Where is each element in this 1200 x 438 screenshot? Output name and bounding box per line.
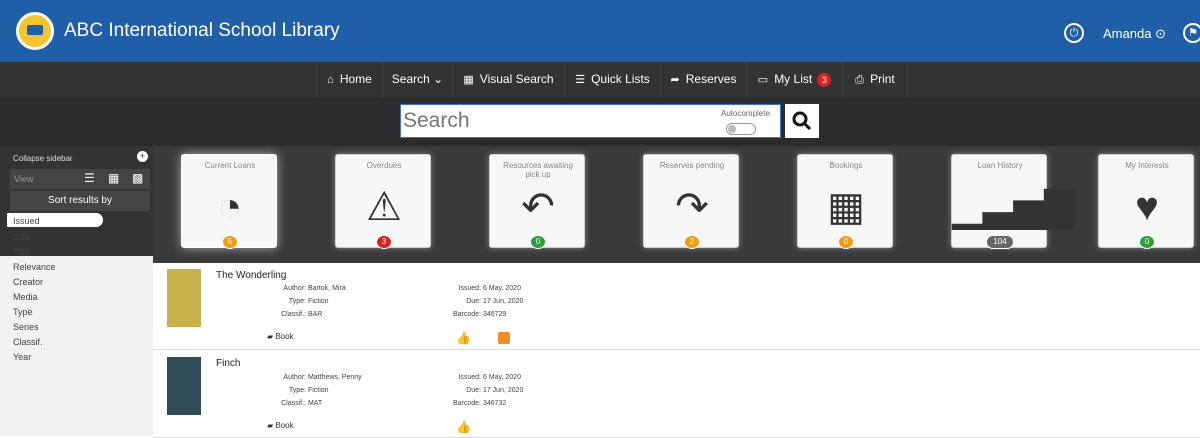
autocomplete-label: Autocomplete [721, 109, 770, 118]
meta-due: Due: 17 Jun, 2020 [466, 298, 524, 305]
meta-barcode: Barcode: 346732 [452, 400, 507, 407]
sidebar: Collapse sidebar + View ☰ ▦ ▩ Sort resul… [0, 146, 153, 436]
view-row: View ☰ ▦ ▩ [10, 169, 150, 189]
review-icon[interactable] [498, 332, 510, 344]
grid-icon: ▦ [463, 74, 474, 86]
sort-item-series[interactable]: Series [13, 322, 39, 332]
table-row[interactable]: The Wonderling Author: Bartok, Mira Type… [153, 263, 1200, 350]
sort-item-classif[interactable]: Classif. [13, 337, 43, 347]
tile-badge: 0 [1139, 235, 1155, 249]
chevron-down-icon: ⌄ [433, 72, 444, 86]
tile-badge: 3 [376, 235, 392, 249]
media-type: ▰ Book [267, 421, 294, 430]
dashboard: Current Loans ◔ 5 Overdues ⚠ 3 Resources… [153, 146, 1200, 263]
app-title[interactable]: ABC International School Library [64, 20, 340, 42]
meta-barcode: Barcode: 346729 [452, 311, 507, 318]
tile-badge: 5 [222, 235, 238, 249]
tile-bookings[interactable]: Bookings ▦ 0 [797, 154, 893, 249]
list-icon: ☰ [575, 74, 586, 86]
book-title[interactable]: Finch [216, 358, 240, 369]
forward-icon: ↷ [675, 185, 709, 229]
warning-icon: ⚠ [366, 185, 402, 229]
table-row[interactable]: Finch Author: Matthews, Penny Type: Fict… [153, 351, 1200, 438]
tile-my-interests[interactable]: My Interests ♥ 0 [1098, 154, 1194, 249]
meta-type: Type: Fiction [288, 387, 329, 394]
nav-home[interactable]: ⌂ Home [316, 62, 382, 97]
sort-item-due[interactable]: Due [13, 232, 30, 242]
tile-overdues[interactable]: Overdues ⚠ 3 [335, 154, 431, 249]
sort-title: Sort results by [10, 191, 150, 211]
home-icon: ⌂ [327, 74, 334, 86]
sort-item-type[interactable]: Type [13, 307, 33, 317]
search-bar: Autocomplete [0, 97, 1200, 146]
nav-search[interactable]: Search ⌄ [382, 62, 452, 97]
sort-item-issued[interactable]: Issued [13, 216, 40, 226]
search-button[interactable] [785, 104, 819, 138]
meta-issued: Issued: 6 May, 2020 [458, 285, 521, 292]
sort-item-relevance[interactable]: Relevance [13, 262, 56, 272]
meta-due: Due: 17 Jun, 2020 [466, 387, 524, 394]
user-menu[interactable]: Amanda ⊙ [1103, 26, 1166, 42]
calendar-icon: ▦ [827, 185, 865, 229]
heart-icon: ♥ [1135, 185, 1159, 229]
nav-my-list[interactable]: ▭ My List 3 [746, 62, 842, 97]
book-cover[interactable] [167, 269, 201, 327]
book-title[interactable]: The Wonderling [216, 270, 286, 281]
thumbs-up-icon[interactable]: 👍 [456, 331, 471, 345]
language-icon[interactable]: ⚑ [1183, 23, 1200, 43]
reply-icon: ↶ [521, 185, 555, 229]
list-view-icon[interactable]: ☰ [84, 172, 97, 184]
nav-reserves[interactable]: ➦ Reserves [660, 62, 746, 97]
plus-icon[interactable]: + [137, 151, 148, 162]
sort-item-year[interactable]: Year [13, 352, 31, 362]
meta-classif: Classif.: MAT [281, 400, 323, 407]
notification-icon[interactable]: ⏻ [1064, 23, 1084, 43]
tile-awaiting-pickup[interactable]: Resources awaiting pick up ↶ 0 [489, 154, 585, 249]
print-icon: ⎙ [855, 74, 865, 86]
grid-view-icon[interactable]: ▦ [108, 172, 121, 184]
tile-badge: 2 [684, 235, 700, 249]
results-list: The Wonderling Author: Bartok, Mira Type… [153, 263, 1200, 438]
sort-item-title[interactable]: Title [13, 247, 30, 257]
media-type: ▰ Book [267, 332, 294, 341]
meta-author: Author: Bartok, Mira [283, 285, 346, 292]
nav-visual-search[interactable]: ▦ Visual Search [452, 62, 564, 97]
nav-quick-lists[interactable]: ☰ Quick Lists [564, 62, 660, 97]
book-icon: ▰ [267, 332, 274, 341]
view-label: View [14, 174, 34, 184]
tile-badge: 104 [986, 235, 1014, 249]
main-nav: ⌂ Home Search ⌄ ▦ Visual Search ☰ Quick Lis… [0, 62, 1200, 97]
signal-icon: ▁▃▅▇ [952, 185, 1076, 229]
nav-print[interactable]: ⎙ Print [842, 62, 908, 97]
card-icon: ▭ [757, 74, 769, 86]
collapse-sidebar-link[interactable]: Collapse sidebar [13, 154, 73, 163]
search-icon [792, 111, 812, 131]
thumbs-up-icon[interactable]: 👍 [456, 420, 471, 434]
meta-issued: Issued: 6 May, 2020 [458, 374, 521, 381]
sort-item-creator[interactable]: Creator [13, 277, 43, 287]
my-list-badge: 3 [817, 73, 832, 87]
search-box: Autocomplete [400, 104, 781, 138]
top-bar: ABC International School Library ⏻ Amand… [0, 0, 1200, 62]
book-icon: ▰ [267, 421, 274, 430]
sort-item-media[interactable]: Media [13, 292, 38, 302]
autocomplete-toggle[interactable] [726, 123, 756, 135]
meta-type: Type: Fiction [288, 298, 329, 305]
book-cover[interactable] [167, 357, 201, 415]
school-logo-icon[interactable] [16, 12, 54, 50]
search-input[interactable] [403, 107, 703, 135]
gauge-icon: ◔ [217, 185, 243, 229]
share-icon: ➦ [670, 74, 680, 86]
tile-view-icon[interactable]: ▩ [132, 172, 145, 184]
tile-reserves-pending[interactable]: Reserves pending ↷ 2 [643, 154, 739, 249]
meta-classif: Classif.: BAR [281, 311, 323, 318]
tile-current-loans[interactable]: Current Loans ◔ 5 [181, 154, 277, 249]
meta-author: Author: Matthews, Penny [283, 374, 362, 381]
tile-badge: 0 [530, 235, 546, 249]
tile-loan-history[interactable]: Loan History ▁▃▅▇ 104 [951, 154, 1076, 249]
tile-badge: 0 [838, 235, 854, 249]
